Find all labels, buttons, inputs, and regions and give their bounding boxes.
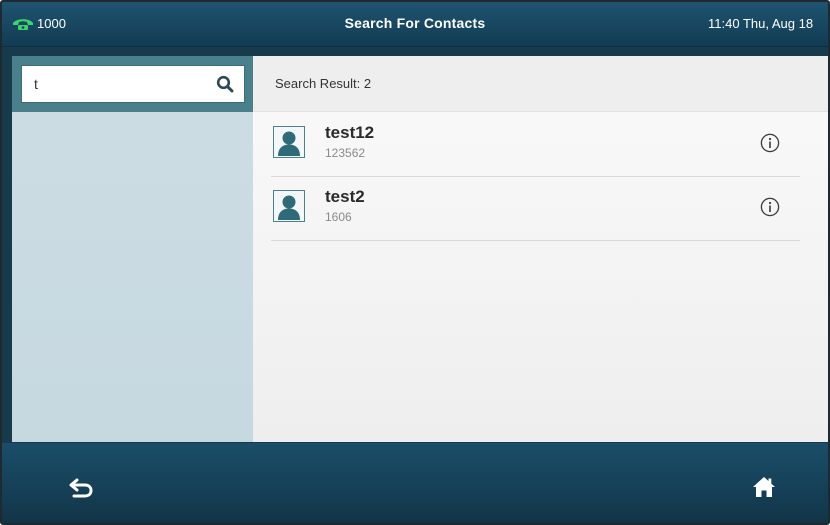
results-header: Search Result: 2: [253, 56, 828, 112]
search-icon[interactable]: [216, 75, 234, 93]
results-panel: Search Result: 2 test12 123562 test2 160…: [253, 56, 828, 442]
contact-avatar-icon: [273, 126, 305, 158]
page-title: Search For Contacts: [344, 15, 486, 31]
contact-name: test2: [325, 187, 365, 206]
search-panel: [12, 56, 253, 442]
status-bar: 1000 Search For Contacts 11:40 Thu, Aug …: [2, 2, 828, 47]
home-icon[interactable]: [752, 476, 776, 498]
bottom-bar: [2, 443, 828, 523]
clock: 11:40 Thu, Aug 18: [708, 16, 814, 31]
search-frame: [12, 56, 253, 112]
result-count: Search Result: 2: [275, 76, 372, 91]
phone-screen: 1000 Search For Contacts 11:40 Thu, Aug …: [0, 0, 830, 525]
info-icon[interactable]: [760, 197, 780, 217]
contact-row[interactable]: test2 1606: [271, 176, 800, 241]
contact-name: test12: [325, 123, 375, 142]
back-arrow-icon[interactable]: [68, 477, 94, 499]
contact-number: 1606: [325, 210, 352, 224]
contact-number: 123562: [325, 146, 366, 160]
search-input[interactable]: [34, 76, 194, 92]
search-field[interactable]: [21, 65, 245, 103]
contact-row[interactable]: test12 123562: [271, 112, 800, 177]
info-icon[interactable]: [760, 133, 780, 153]
contact-avatar-icon: [273, 190, 305, 222]
